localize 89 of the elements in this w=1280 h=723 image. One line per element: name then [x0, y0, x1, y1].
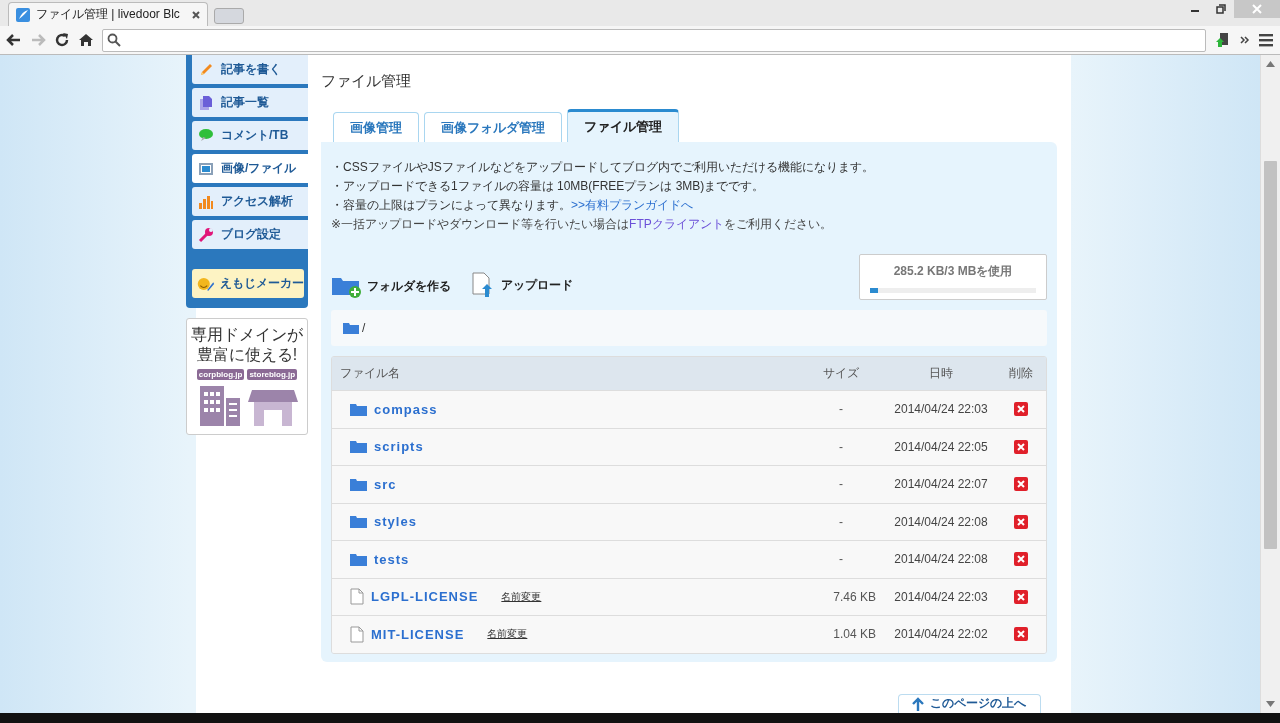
column-header: サイズ	[822, 365, 860, 382]
delete-icon[interactable]	[1014, 514, 1028, 529]
restore-icon[interactable]	[1216, 4, 1226, 14]
overflow-icon[interactable]	[1240, 35, 1250, 45]
date-cell-text: 2014/04/24 22:07	[893, 477, 989, 492]
menu-icon[interactable]	[1258, 33, 1274, 47]
scroll-down-icon[interactable]	[1266, 701, 1275, 707]
up-arrow-icon	[911, 696, 925, 711]
date-cell-text: 2014/04/24 22:03	[893, 589, 989, 604]
file-link[interactable]: MIT-LICENSE	[371, 626, 465, 642]
file-icon	[350, 625, 364, 643]
domain-tag: corpblog.jp	[196, 369, 245, 380]
column-header: 削除	[1008, 365, 1034, 382]
column-header: 日時	[928, 365, 954, 382]
search-icon	[107, 33, 121, 47]
column-header: ファイル名	[339, 365, 401, 382]
upload-button[interactable]: アップロード	[471, 272, 573, 300]
sidebar-item[interactable]: アクセス解析	[192, 187, 308, 216]
folder-icon	[350, 440, 367, 454]
bar-chart-icon	[198, 193, 214, 210]
delete-icon[interactable]	[1014, 477, 1028, 492]
note-text: ※一括アップロードやダウンロード等を行いたい場合はFTPクライアント をご利用ください。	[331, 216, 833, 233]
reload-icon[interactable]	[54, 32, 70, 48]
file-icon	[350, 588, 364, 606]
folder-link[interactable]: compass	[374, 401, 438, 417]
folder-link[interactable]: scripts	[374, 439, 424, 455]
back-to-top-button[interactable]: このページの上へ	[898, 693, 1041, 713]
emoji-maker-button[interactable]: えもじメーカー	[192, 269, 304, 298]
rename-link[interactable]: 名前変更	[487, 627, 528, 642]
folder-icon	[350, 515, 367, 529]
sidebar-item[interactable]: コメント/TB	[192, 121, 308, 150]
scrollbar-thumb[interactable]	[1264, 161, 1277, 549]
tab[interactable]: 画像フォルダ管理	[424, 112, 562, 142]
delete-icon[interactable]	[1014, 402, 1028, 417]
link[interactable]: FTPクライアント	[629, 217, 724, 231]
delete-icon[interactable]	[1014, 439, 1028, 454]
delete-icon[interactable]	[1014, 627, 1028, 642]
size-cell-text: -	[838, 552, 844, 567]
browser-tab[interactable]: ファイル管理 | livedoor Blc	[8, 2, 208, 26]
sidebar-item[interactable]: 画像/ファイル	[192, 154, 308, 183]
page-title: ファイル管理	[321, 72, 412, 91]
picture-frame-icon	[198, 160, 214, 177]
sidebar-item[interactable]: 記事一覧	[192, 88, 308, 117]
date-cell-text: 2014/04/24 22:02	[893, 627, 989, 642]
delete-icon[interactable]	[1014, 589, 1028, 604]
pencil-icon	[198, 61, 214, 78]
folder-link[interactable]: tests	[374, 551, 410, 567]
scrollbar[interactable]	[1260, 55, 1280, 713]
folder-icon	[350, 402, 367, 416]
size-cell-text: 7.46 KB	[832, 589, 877, 604]
speech-bubble-icon	[198, 127, 214, 144]
rename-link[interactable]: 名前変更	[501, 589, 542, 604]
back-arrow-icon[interactable]	[6, 32, 22, 48]
new-folder-button[interactable]: フォルダを作る	[331, 274, 451, 300]
size-cell-text: -	[838, 402, 844, 417]
date-cell-text: 2014/04/24 22:03	[893, 402, 989, 417]
domain-tag: storeblog.jp	[247, 369, 298, 380]
folder-icon	[343, 322, 359, 334]
link[interactable]: >>有料プランガイドへ	[571, 198, 693, 212]
date-cell-text: 2014/04/24 22:05	[893, 439, 989, 454]
sidebar-item[interactable]: ブログ設定	[192, 220, 308, 249]
home-icon[interactable]	[78, 32, 94, 48]
info-text: ・容量の上限はプランによって異なります。>>有料プランガイドへ	[331, 197, 694, 214]
info-text: ・CSSファイルやJSファイルなどをアップロードしてブログ内でご利用いただける機能になります。	[331, 159, 875, 176]
size-cell-text: 1.04 KB	[832, 627, 877, 642]
size-cell-text: -	[838, 514, 844, 529]
file-link[interactable]: LGPL-LICENSE	[371, 589, 479, 605]
close-icon[interactable]	[191, 9, 201, 20]
folder-link[interactable]: styles	[374, 514, 417, 530]
scroll-up-icon[interactable]	[1266, 61, 1275, 67]
sidebar-item[interactable]: 記事を書く	[192, 55, 308, 84]
info-text: ・アップロードできる1ファイルの容量は 10MB(FREEプランは 3MB)までです。	[331, 178, 766, 195]
tab[interactable]: ファイル管理	[567, 109, 679, 142]
ad-headline: 専用ドメインが 豊富に使える!	[191, 325, 303, 365]
date-cell-text: 2014/04/24 22:08	[893, 552, 989, 567]
size-cell-text: -	[838, 439, 844, 454]
document-icon	[198, 94, 214, 111]
folder-link[interactable]: src	[374, 476, 397, 492]
usage-text: 285.2 KB/3 MBを使用	[892, 263, 1014, 280]
domain-ad-banner[interactable]: 専用ドメインが 豊富に使える! corpblog.jp storeblog.jp	[186, 318, 308, 435]
date-cell-text: 2014/04/24 22:08	[893, 514, 989, 529]
wrench-icon	[198, 226, 214, 243]
folder-icon	[350, 477, 367, 491]
tab[interactable]: 画像管理	[333, 112, 419, 142]
delete-icon[interactable]	[1014, 552, 1028, 567]
breadcrumb-path[interactable]: /	[362, 321, 366, 335]
feather-icon	[15, 6, 31, 23]
folder-icon	[350, 552, 367, 566]
size-cell-text: -	[838, 477, 844, 492]
